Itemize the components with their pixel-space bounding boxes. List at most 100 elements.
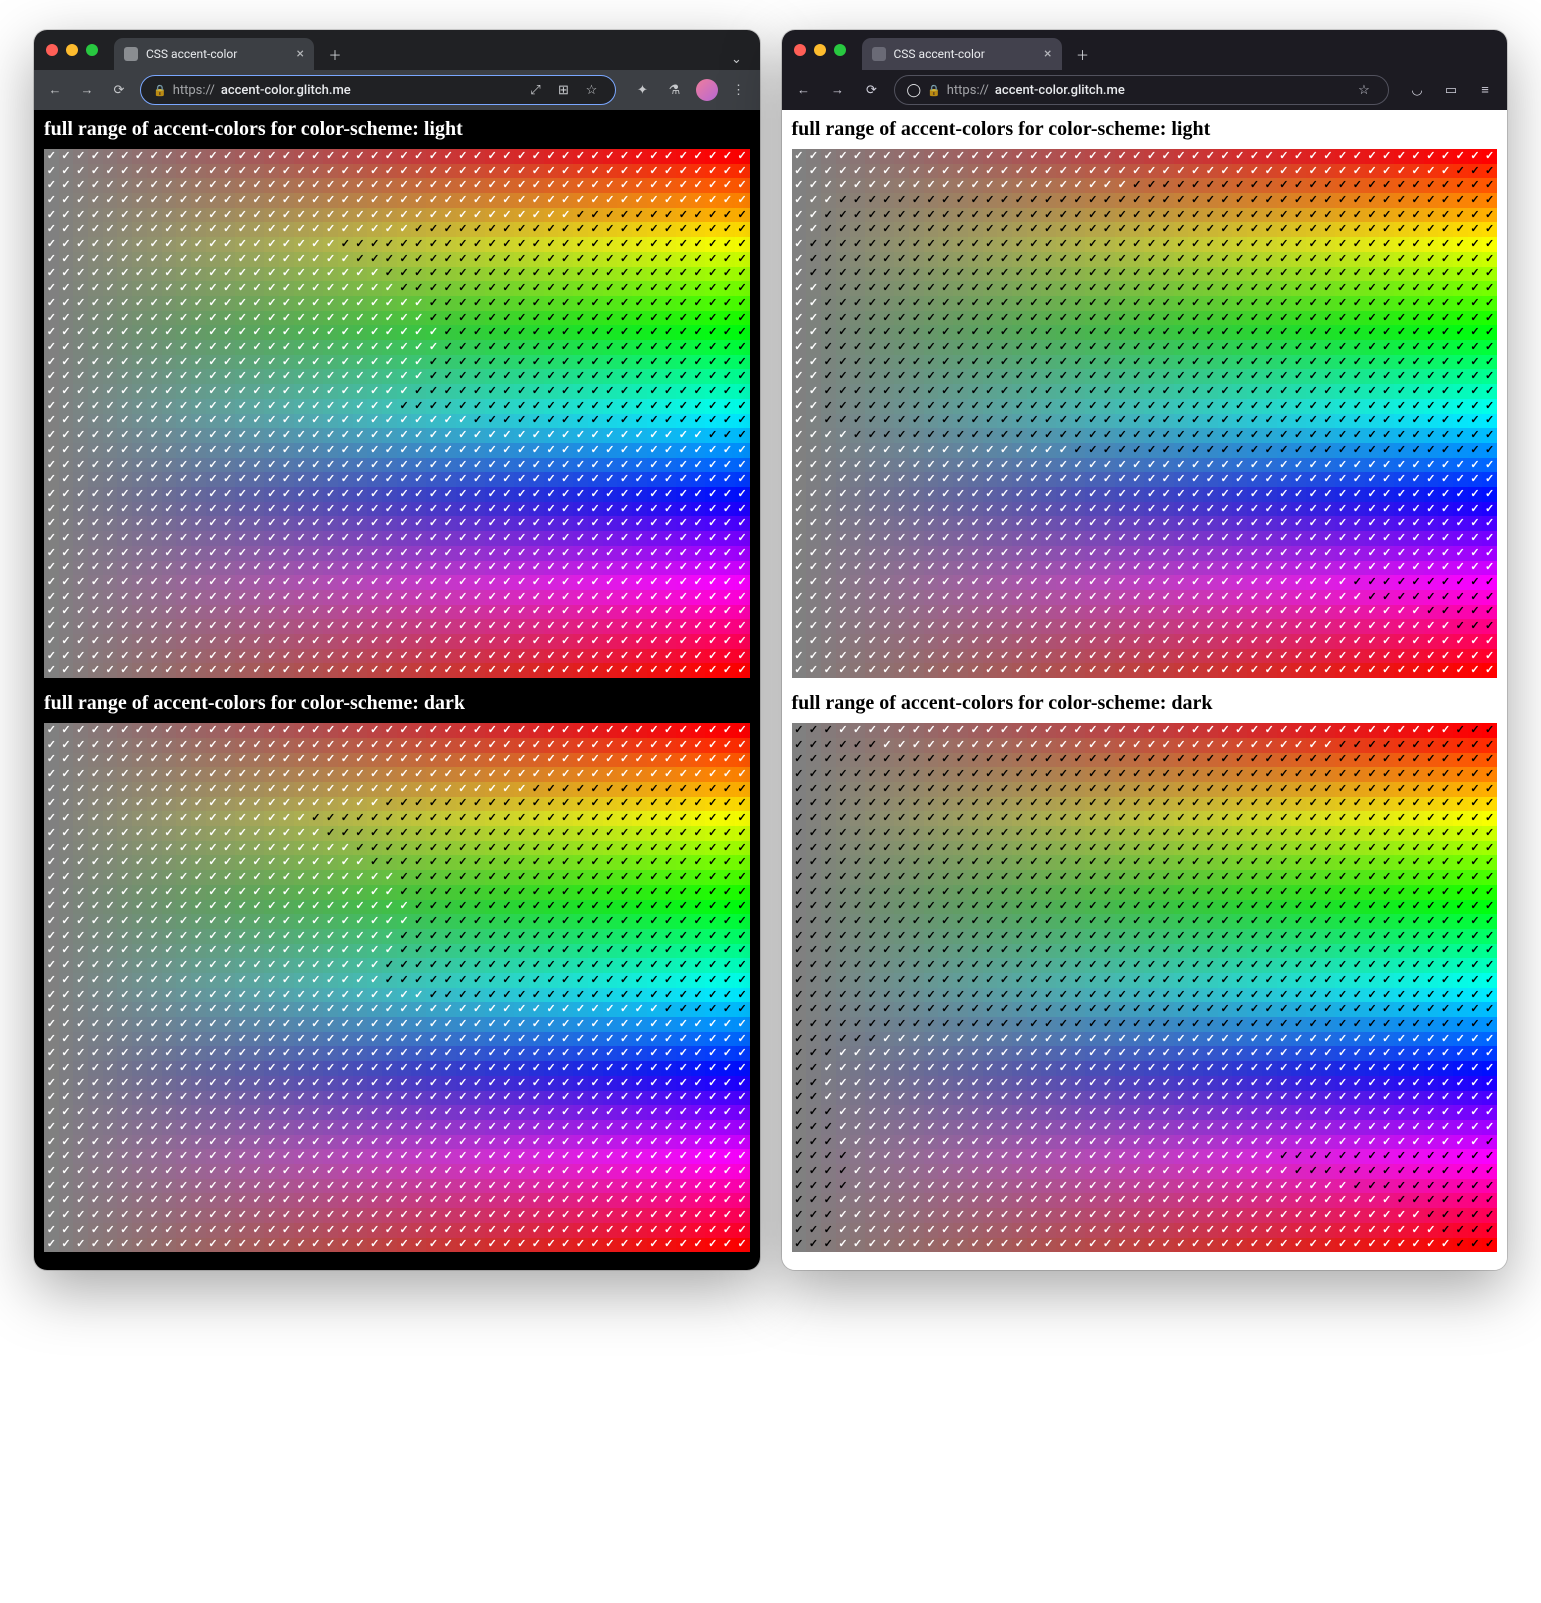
accent-swatch[interactable]: ✓	[735, 222, 750, 237]
accent-swatch[interactable]: ✓	[1218, 340, 1233, 355]
accent-swatch[interactable]: ✓	[426, 208, 441, 223]
accent-swatch[interactable]: ✓	[661, 516, 676, 531]
accent-swatch[interactable]: ✓	[544, 1017, 559, 1032]
accent-swatch[interactable]: ✓	[191, 1164, 206, 1179]
accent-swatch[interactable]: ✓	[1027, 590, 1042, 605]
accent-swatch[interactable]: ✓	[103, 944, 118, 959]
accent-swatch[interactable]: ✓	[323, 443, 338, 458]
accent-swatch[interactable]: ✓	[235, 458, 250, 473]
accent-swatch[interactable]: ✓	[426, 944, 441, 959]
accent-swatch[interactable]: ✓	[353, 663, 368, 678]
accent-swatch[interactable]: ✓	[191, 164, 206, 179]
accent-swatch[interactable]: ✓	[661, 252, 676, 267]
accent-swatch[interactable]: ✓	[647, 340, 662, 355]
hamburger-menu-icon[interactable]: ≡	[1473, 78, 1497, 102]
accent-swatch[interactable]: ✓	[338, 1032, 353, 1047]
accent-swatch[interactable]: ✓	[294, 1091, 309, 1106]
accent-swatch[interactable]: ✓	[411, 237, 426, 252]
accent-swatch[interactable]: ✓	[806, 502, 821, 517]
accent-swatch[interactable]: ✓	[938, 531, 953, 546]
accent-swatch[interactable]: ✓	[191, 325, 206, 340]
accent-swatch[interactable]: ✓	[117, 914, 132, 929]
accent-swatch[interactable]: ✓	[264, 1208, 279, 1223]
accent-swatch[interactable]: ✓	[1379, 561, 1394, 576]
accent-swatch[interactable]: ✓	[235, 531, 250, 546]
accent-swatch[interactable]: ✓	[603, 443, 618, 458]
accent-swatch[interactable]: ✓	[279, 590, 294, 605]
accent-swatch[interactable]: ✓	[720, 355, 735, 370]
accent-swatch[interactable]: ✓	[441, 369, 456, 384]
accent-swatch[interactable]: ✓	[426, 900, 441, 915]
accent-swatch[interactable]: ✓	[705, 1002, 720, 1017]
accent-swatch[interactable]: ✓	[573, 1193, 588, 1208]
accent-swatch[interactable]: ✓	[294, 311, 309, 326]
accent-swatch[interactable]: ✓	[544, 1046, 559, 1061]
accent-swatch[interactable]: ✓	[44, 1046, 59, 1061]
accent-swatch[interactable]: ✓	[382, 164, 397, 179]
accent-swatch[interactable]: ✓	[264, 355, 279, 370]
accent-swatch[interactable]: ✓	[235, 428, 250, 443]
accent-swatch[interactable]: ✓	[1438, 340, 1453, 355]
accent-swatch[interactable]: ✓	[1188, 502, 1203, 517]
accent-swatch[interactable]: ✓	[617, 311, 632, 326]
accent-swatch[interactable]: ✓	[264, 973, 279, 988]
accent-swatch[interactable]: ✓	[117, 1120, 132, 1135]
accent-swatch[interactable]: ✓	[353, 855, 368, 870]
accent-swatch[interactable]: ✓	[411, 841, 426, 856]
accent-swatch[interactable]: ✓	[705, 1032, 720, 1047]
accent-swatch[interactable]: ✓	[456, 1046, 471, 1061]
accent-swatch[interactable]: ✓	[514, 369, 529, 384]
accent-swatch[interactable]: ✓	[250, 472, 265, 487]
accent-swatch[interactable]: ✓	[309, 472, 324, 487]
accent-swatch[interactable]: ✓	[1438, 252, 1453, 267]
accent-swatch[interactable]: ✓	[691, 340, 706, 355]
accent-swatch[interactable]: ✓	[850, 237, 865, 252]
accent-swatch[interactable]: ✓	[382, 988, 397, 1003]
accent-swatch[interactable]: ✓	[323, 988, 338, 1003]
accent-swatch[interactable]: ✓	[59, 193, 74, 208]
accent-swatch[interactable]: ✓	[309, 178, 324, 193]
accent-swatch[interactable]: ✓	[850, 222, 865, 237]
accent-swatch[interactable]: ✓	[705, 222, 720, 237]
accent-swatch[interactable]: ✓	[206, 575, 221, 590]
accent-swatch[interactable]: ✓	[191, 1046, 206, 1061]
accent-swatch[interactable]: ✓	[309, 723, 324, 738]
accent-swatch[interactable]: ✓	[147, 1223, 162, 1238]
accent-swatch[interactable]: ✓	[470, 826, 485, 841]
accent-swatch[interactable]: ✓	[1379, 325, 1394, 340]
accent-swatch[interactable]: ✓	[1482, 458, 1497, 473]
accent-swatch[interactable]: ✓	[588, 502, 603, 517]
accent-swatch[interactable]: ✓	[792, 399, 807, 414]
accent-swatch[interactable]: ✓	[514, 1032, 529, 1047]
accent-swatch[interactable]: ✓	[1056, 487, 1071, 502]
accent-swatch[interactable]: ✓	[191, 384, 206, 399]
accent-swatch[interactable]: ✓	[968, 414, 983, 429]
accent-swatch[interactable]: ✓	[968, 252, 983, 267]
accent-swatch[interactable]: ✓	[909, 472, 924, 487]
accent-swatch[interactable]: ✓	[558, 1032, 573, 1047]
accent-swatch[interactable]: ✓	[735, 1002, 750, 1017]
accent-swatch[interactable]: ✓	[176, 885, 191, 900]
accent-swatch[interactable]: ✓	[338, 531, 353, 546]
accent-swatch[interactable]: ✓	[426, 885, 441, 900]
accent-swatch[interactable]: ✓	[88, 178, 103, 193]
accent-swatch[interactable]: ✓	[411, 252, 426, 267]
accent-swatch[interactable]: ✓	[573, 1238, 588, 1253]
accent-swatch[interactable]: ✓	[162, 841, 177, 856]
accent-swatch[interactable]: ✓	[367, 811, 382, 826]
accent-swatch[interactable]: ✓	[983, 311, 998, 326]
accent-swatch[interactable]: ✓	[103, 605, 118, 620]
accent-swatch[interactable]: ✓	[836, 325, 851, 340]
accent-swatch[interactable]: ✓	[1321, 281, 1336, 296]
accent-swatch[interactable]: ✓	[338, 1149, 353, 1164]
accent-swatch[interactable]: ✓	[500, 340, 515, 355]
accent-swatch[interactable]: ✓	[411, 973, 426, 988]
accent-swatch[interactable]: ✓	[411, 1105, 426, 1120]
accent-swatch[interactable]: ✓	[529, 1076, 544, 1091]
accent-swatch[interactable]: ✓	[705, 590, 720, 605]
accent-swatch[interactable]: ✓	[720, 281, 735, 296]
accent-swatch[interactable]: ✓	[485, 944, 500, 959]
accent-swatch[interactable]: ✓	[411, 914, 426, 929]
accent-swatch[interactable]: ✓	[603, 1208, 618, 1223]
accent-swatch[interactable]: ✓	[191, 458, 206, 473]
